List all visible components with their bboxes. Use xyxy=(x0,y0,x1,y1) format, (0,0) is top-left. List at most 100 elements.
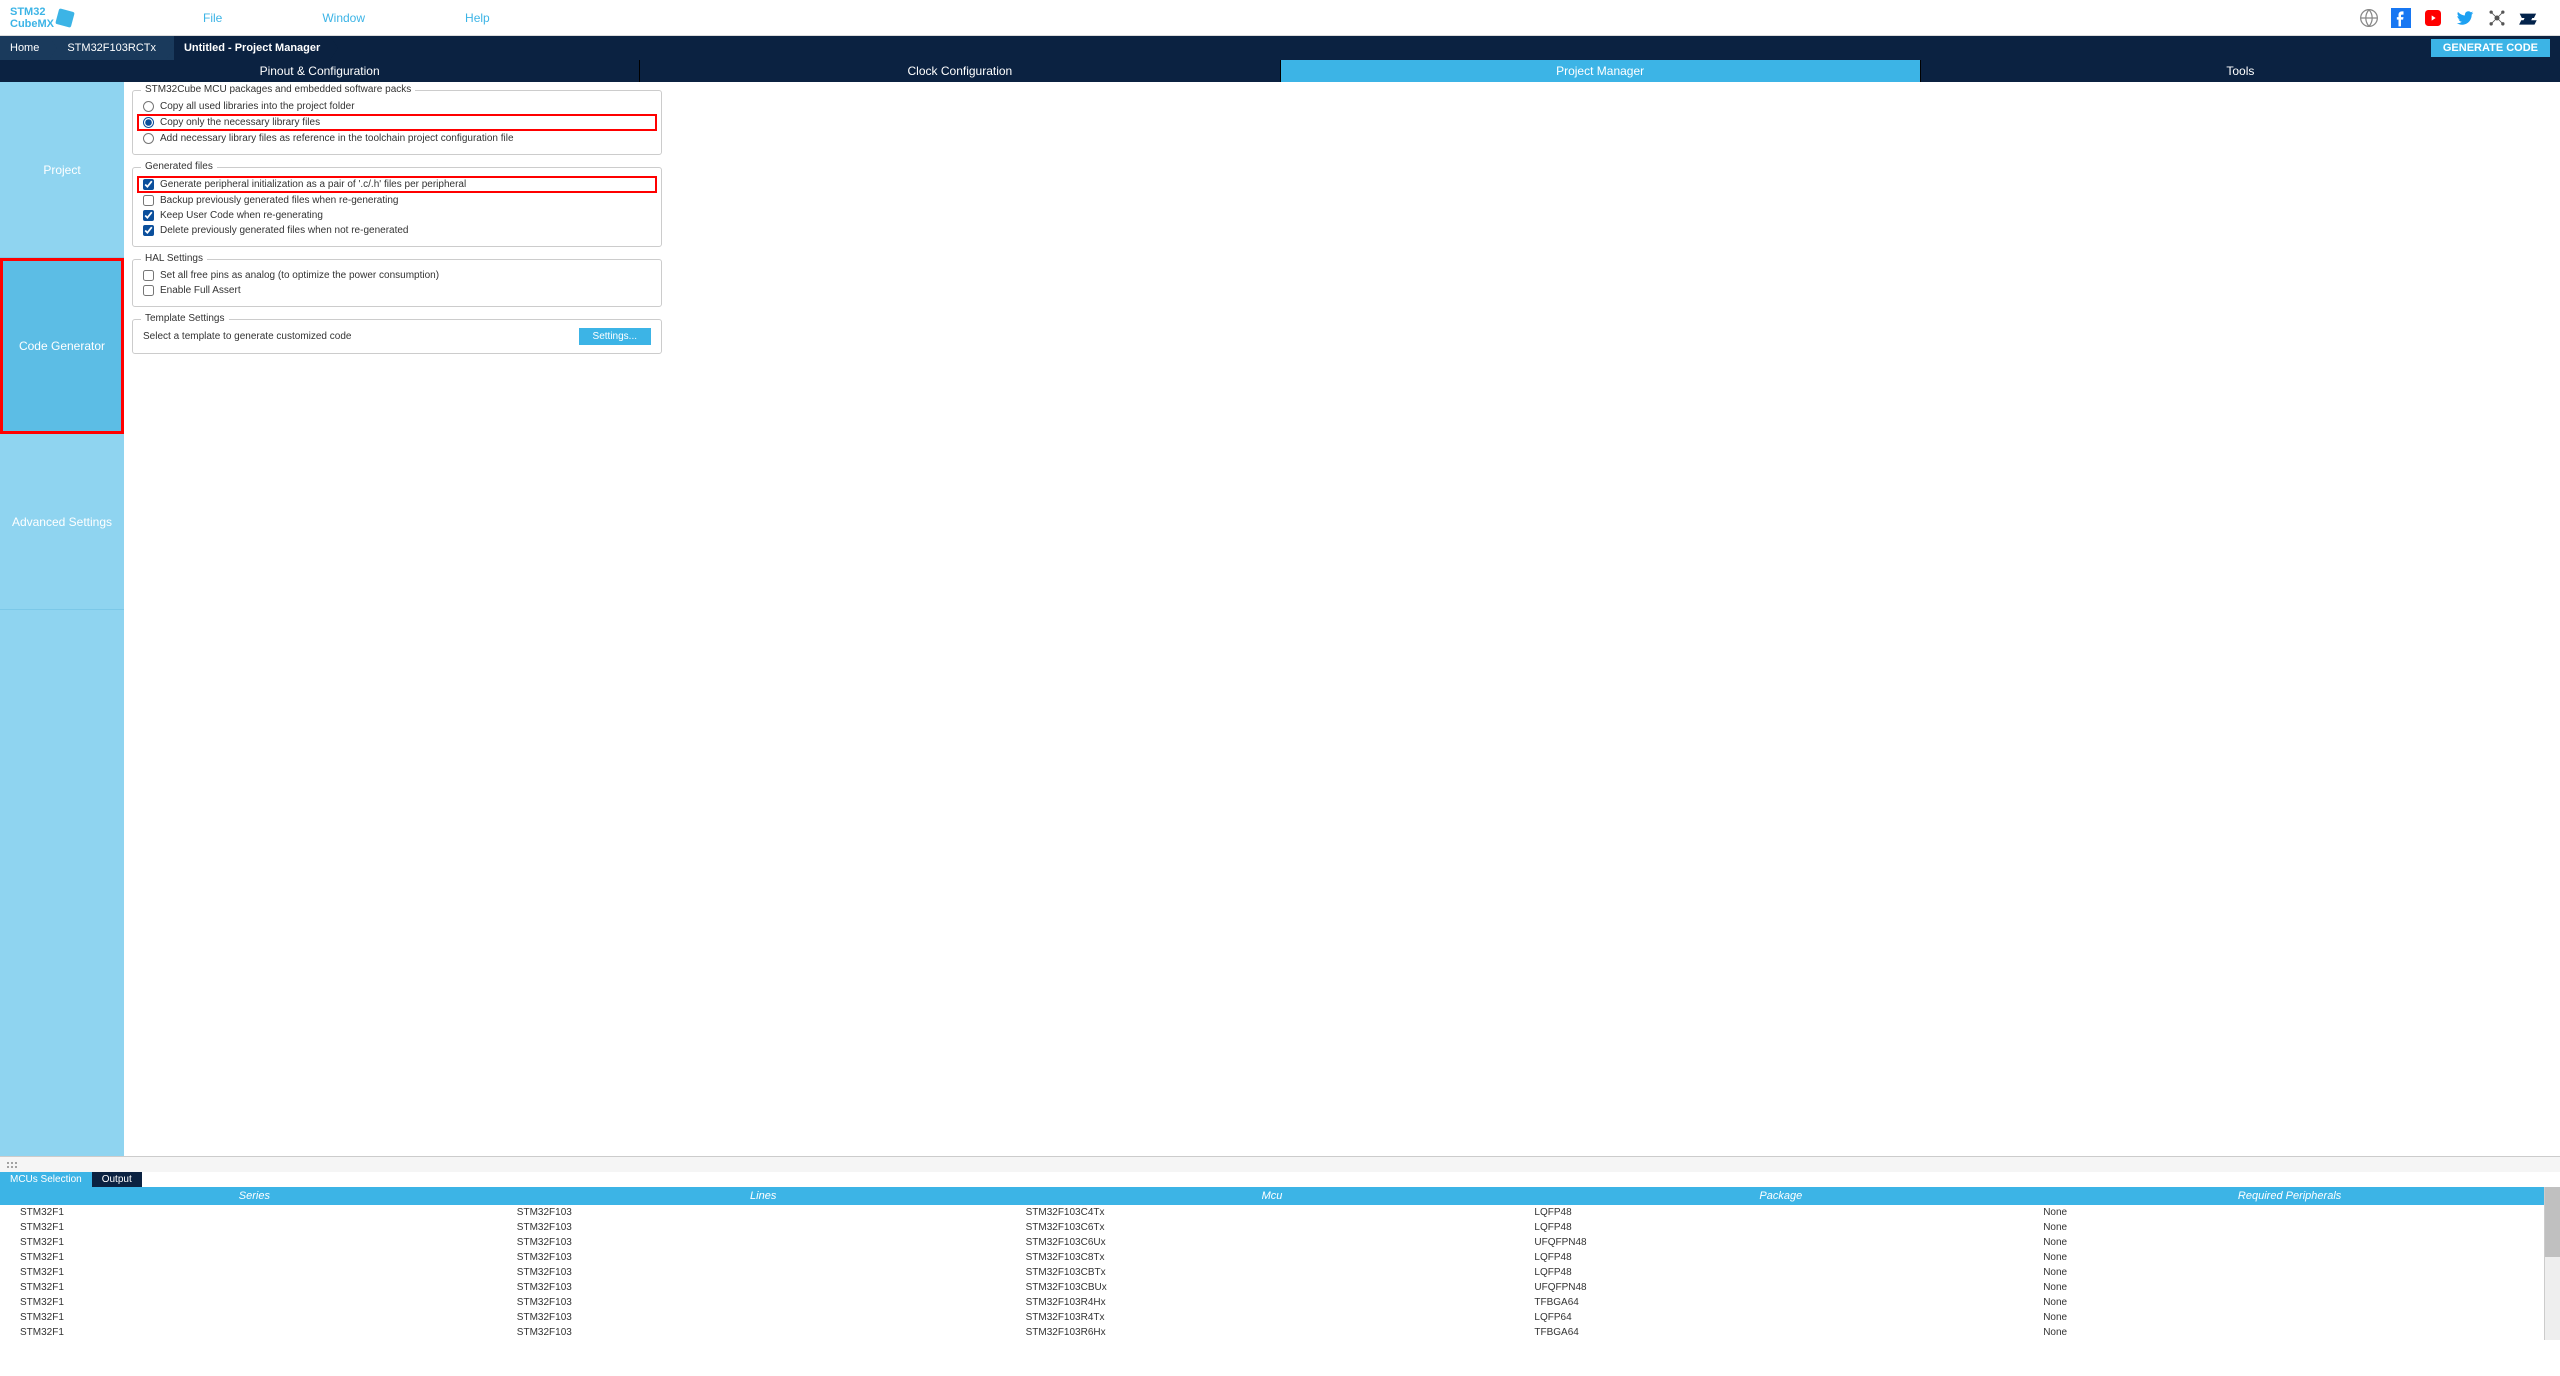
table-row[interactable]: STM32F1STM32F103STM32F103C6TxLQFP48None xyxy=(0,1220,2544,1235)
table-cell: STM32F103R4Hx xyxy=(1018,1295,1527,1310)
check-backup[interactable] xyxy=(143,195,154,206)
table-cell: UFQFPN48 xyxy=(1526,1280,2035,1295)
table-cell: STM32F103C6Tx xyxy=(1018,1220,1527,1235)
table-cell: STM32F103CBTx xyxy=(1018,1265,1527,1280)
breadcrumb-chip[interactable]: STM32F103RCTx xyxy=(57,36,174,60)
table-cell: STM32F103 xyxy=(509,1235,1018,1250)
table-cell: None xyxy=(2035,1310,2544,1325)
menu-file[interactable]: File xyxy=(203,11,222,25)
label-backup: Backup previously generated files when r… xyxy=(160,195,398,206)
th-peripherals[interactable]: Required Peripherals xyxy=(2035,1187,2544,1205)
opt-gen-peripheral[interactable]: Generate peripheral initialization as a … xyxy=(137,176,657,193)
tab-tools[interactable]: Tools xyxy=(1921,60,2560,82)
table-cell: STM32F1 xyxy=(0,1295,509,1310)
twitter-icon[interactable] xyxy=(2454,7,2476,29)
table-cell: STM32F1 xyxy=(0,1220,509,1235)
legend-generated: Generated files xyxy=(141,161,217,172)
table-row[interactable]: STM32F1STM32F103STM32F103CBUxUFQFPN48Non… xyxy=(0,1280,2544,1295)
check-free-pins[interactable] xyxy=(143,270,154,281)
table-cell: LQFP48 xyxy=(1526,1265,2035,1280)
scrollbar-thumb[interactable] xyxy=(2545,1187,2560,1257)
table-cell: STM32F103 xyxy=(509,1325,1018,1340)
label-free-pins: Set all free pins as analog (to optimize… xyxy=(160,270,439,281)
breadcrumb-bar: Home STM32F103RCTx Untitled - Project Ma… xyxy=(0,36,2560,60)
tab-clock[interactable]: Clock Configuration xyxy=(640,60,1280,82)
opt-free-pins[interactable]: Set all free pins as analog (to optimize… xyxy=(143,268,651,283)
main-tabs: Pinout & Configuration Clock Configurati… xyxy=(0,60,2560,82)
table-cell: STM32F1 xyxy=(0,1250,509,1265)
label-add-reference: Add necessary library files as reference… xyxy=(160,133,514,144)
bottom-tab-mcus[interactable]: MCUs Selection xyxy=(0,1172,92,1187)
table-cell: UFQFPN48 xyxy=(1526,1235,2035,1250)
table-cell: STM32F1 xyxy=(0,1265,509,1280)
opt-backup[interactable]: Backup previously generated files when r… xyxy=(143,193,651,208)
radio-copy-necessary[interactable] xyxy=(143,117,154,128)
legend-template: Template Settings xyxy=(141,313,229,324)
opt-add-reference[interactable]: Add necessary library files as reference… xyxy=(143,131,651,146)
table-cell: None xyxy=(2035,1220,2544,1235)
table-cell: STM32F103R4Tx xyxy=(1018,1310,1527,1325)
opt-full-assert[interactable]: Enable Full Assert xyxy=(143,283,651,298)
table-scrollbar[interactable] xyxy=(2544,1187,2560,1340)
table-cell: STM32F1 xyxy=(0,1280,509,1295)
table-cell: STM32F103 xyxy=(509,1265,1018,1280)
breadcrumb-current: Untitled - Project Manager xyxy=(174,36,338,60)
table-cell: None xyxy=(2035,1265,2544,1280)
tab-project-manager[interactable]: Project Manager xyxy=(1281,60,1921,82)
th-lines[interactable]: Lines xyxy=(509,1187,1018,1205)
st-logo-icon[interactable] xyxy=(2518,7,2540,29)
breadcrumb-home[interactable]: Home xyxy=(0,36,57,60)
panel-resize-handle[interactable] xyxy=(0,1156,2560,1172)
check-gen-peripheral[interactable] xyxy=(143,179,154,190)
cube-icon xyxy=(55,8,75,28)
st-community-icon[interactable] xyxy=(2486,7,2508,29)
youtube-icon[interactable] xyxy=(2422,7,2444,29)
table-row[interactable]: STM32F1STM32F103STM32F103R4HxTFBGA64None xyxy=(0,1295,2544,1310)
table-cell: STM32F103 xyxy=(509,1310,1018,1325)
table-row[interactable]: STM32F1STM32F103STM32F103C6UxUFQFPN48Non… xyxy=(0,1235,2544,1250)
tab-pinout[interactable]: Pinout & Configuration xyxy=(0,60,640,82)
template-settings-button[interactable]: Settings... xyxy=(579,328,651,345)
table-row[interactable]: STM32F1STM32F103STM32F103CBTxLQFP48None xyxy=(0,1265,2544,1280)
table-row[interactable]: STM32F1STM32F103STM32F103R6HxTFBGA64None xyxy=(0,1325,2544,1340)
check-keep-user[interactable] xyxy=(143,210,154,221)
top-menu-bar: STM32 CubeMX File Window Help xyxy=(0,0,2560,36)
th-series[interactable]: Series xyxy=(0,1187,509,1205)
th-mcu[interactable]: Mcu xyxy=(1018,1187,1527,1205)
table-cell: None xyxy=(2035,1205,2544,1220)
radio-add-reference[interactable] xyxy=(143,133,154,144)
bottom-tab-output[interactable]: Output xyxy=(92,1172,142,1187)
check-delete-prev[interactable] xyxy=(143,225,154,236)
menu-window[interactable]: Window xyxy=(322,11,365,25)
opt-delete-prev[interactable]: Delete previously generated files when n… xyxy=(143,223,651,238)
world-icon[interactable] xyxy=(2358,7,2380,29)
breadcrumb: Home STM32F103RCTx Untitled - Project Ma… xyxy=(0,36,338,60)
bottom-tabs: MCUs Selection Output xyxy=(0,1172,2560,1187)
sidebar-item-project[interactable]: Project xyxy=(0,82,124,258)
generate-code-button[interactable]: GENERATE CODE xyxy=(2431,39,2550,57)
table-row[interactable]: STM32F1STM32F103STM32F103R4TxLQFP64None xyxy=(0,1310,2544,1325)
table-cell: STM32F103C8Tx xyxy=(1018,1250,1527,1265)
fieldset-hal: HAL Settings Set all free pins as analog… xyxy=(132,259,662,307)
th-package[interactable]: Package xyxy=(1526,1187,2035,1205)
label-copy-all: Copy all used libraries into the project… xyxy=(160,101,355,112)
check-full-assert[interactable] xyxy=(143,285,154,296)
table-row[interactable]: STM32F1STM32F103STM32F103C4TxLQFP48None xyxy=(0,1205,2544,1220)
opt-copy-all[interactable]: Copy all used libraries into the project… xyxy=(143,99,651,114)
sidebar-item-code-generator[interactable]: Code Generator xyxy=(0,258,124,434)
logo-text1: STM32 xyxy=(10,6,54,18)
sidebar-item-advanced[interactable]: Advanced Settings xyxy=(0,434,124,610)
table-cell: None xyxy=(2035,1235,2544,1250)
label-delete-prev: Delete previously generated files when n… xyxy=(160,225,409,236)
pm-sidebar: Project Code Generator Advanced Settings xyxy=(0,82,124,1156)
opt-copy-necessary[interactable]: Copy only the necessary library files xyxy=(137,114,657,131)
table-row[interactable]: STM32F1STM32F103STM32F103C8TxLQFP48None xyxy=(0,1250,2544,1265)
fieldset-generated: Generated files Generate peripheral init… xyxy=(132,167,662,247)
bottom-panel: MCUs Selection Output Series Lines Mcu P… xyxy=(0,1172,2560,1376)
facebook-icon[interactable] xyxy=(2390,7,2412,29)
opt-keep-user[interactable]: Keep User Code when re-generating xyxy=(143,208,651,223)
logo-text2: CubeMX xyxy=(10,18,54,30)
menu-help[interactable]: Help xyxy=(465,11,490,25)
mcu-table-header: Series Lines Mcu Package Required Periph… xyxy=(0,1187,2544,1205)
radio-copy-all[interactable] xyxy=(143,101,154,112)
